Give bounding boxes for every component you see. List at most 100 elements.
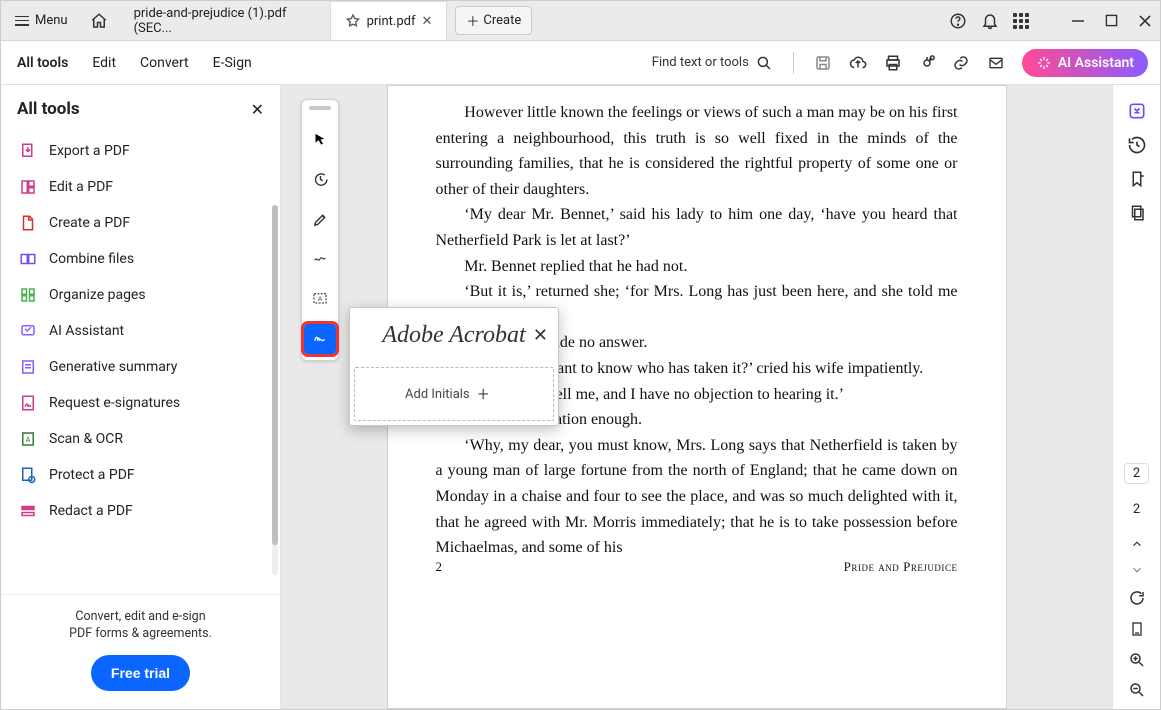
- tool-label: Organize pages: [49, 287, 146, 303]
- svg-text:A: A: [26, 435, 31, 444]
- grip-icon[interactable]: [309, 106, 331, 110]
- divider: [793, 52, 794, 74]
- doc-paragraph: However little known the feelings or vie…: [436, 100, 958, 202]
- scrollbar-thumb[interactable]: [272, 205, 278, 545]
- maximize-button[interactable]: [1105, 14, 1118, 28]
- doc-paragraph: ‘My dear Mr. Bennet,’ said his lady to h…: [436, 202, 958, 253]
- tool-list: Export a PDF Edit a PDF Create a PDF Combin…: [1, 127, 280, 594]
- page-indicator-current[interactable]: 2: [1124, 463, 1149, 484]
- minimize-button[interactable]: [1071, 14, 1085, 28]
- bell-icon[interactable]: [981, 12, 999, 30]
- comment-tool[interactable]: [304, 164, 336, 194]
- tool-item-organize[interactable]: Organize pages: [11, 277, 276, 313]
- sign-tool[interactable]: [304, 324, 336, 354]
- tool-label: Request e-signatures: [49, 395, 180, 411]
- menu-button[interactable]: Menu: [5, 7, 78, 34]
- right-rail: 2 2: [1112, 85, 1160, 709]
- tool-label: Protect a PDF: [49, 467, 135, 483]
- menu-label: Menu: [35, 13, 68, 28]
- toolbar-convert[interactable]: Convert: [140, 55, 189, 71]
- bookmark-icon[interactable]: [1128, 169, 1146, 189]
- tab-inactive[interactable]: pride-and-prejudice (1).pdf (SEC...: [120, 1, 330, 40]
- add-initials-button[interactable]: Add Initials +: [354, 367, 554, 421]
- tool-label: Export a PDF: [49, 143, 130, 159]
- book-title: Pride and Prejudice: [844, 557, 958, 578]
- tool-label: Redact a PDF: [49, 503, 133, 519]
- tool-item-redact[interactable]: Redact a PDF: [11, 493, 276, 529]
- tab-active[interactable]: print.pdf ✕: [330, 1, 448, 40]
- create-button[interactable]: ＋ Create: [455, 6, 532, 35]
- reqsign-icon: [19, 394, 37, 412]
- zoom-out-icon[interactable]: [1128, 681, 1146, 699]
- highlight-tool[interactable]: [304, 204, 336, 234]
- tool-label: Combine files: [49, 251, 134, 267]
- tool-item-edit[interactable]: Edit a PDF: [11, 169, 276, 205]
- toolbar-esign[interactable]: E-Sign: [213, 55, 252, 71]
- create-icon: [19, 214, 37, 232]
- select-tool[interactable]: [304, 124, 336, 154]
- find-input[interactable]: Find text or tools: [652, 54, 773, 72]
- page-number: 2: [436, 557, 443, 578]
- page-down-icon[interactable]: [1130, 563, 1144, 577]
- ai-panel-icon[interactable]: [1127, 101, 1147, 121]
- tool-item-combine[interactable]: Combine files: [11, 241, 276, 277]
- free-trial-button[interactable]: Free trial: [91, 655, 190, 691]
- toolbar-all-tools[interactable]: All tools: [17, 55, 68, 71]
- doc-paragraph: Mr. Bennet replied that he had not.: [436, 254, 958, 280]
- share-icon[interactable]: [918, 54, 936, 72]
- toolbar-edit[interactable]: Edit: [92, 55, 116, 71]
- combine-icon: [19, 250, 37, 268]
- link-icon[interactable]: [952, 54, 970, 72]
- signature-option[interactable]: Adobe Acrobat ✕: [350, 308, 558, 363]
- tool-item-summary[interactable]: Generative summary: [11, 349, 276, 385]
- tool-item-ai[interactable]: AI Assistant: [11, 313, 276, 349]
- tab-close-icon[interactable]: ✕: [421, 14, 432, 29]
- scrollbar[interactable]: [272, 205, 278, 575]
- ai-assistant-button[interactable]: AI Assistant: [1022, 49, 1148, 77]
- mail-icon[interactable]: [986, 55, 1006, 71]
- history-icon[interactable]: [1127, 135, 1147, 155]
- zoom-in-icon[interactable]: [1128, 651, 1146, 669]
- svg-text:A: A: [318, 296, 323, 303]
- ai-label: AI Assistant: [1058, 55, 1134, 71]
- draw-tool[interactable]: [304, 244, 336, 274]
- tool-item-create[interactable]: Create a PDF: [11, 205, 276, 241]
- ai-icon: [19, 322, 37, 340]
- plus-icon: +: [478, 382, 489, 406]
- window-controls: [1071, 14, 1152, 28]
- page-fit-icon[interactable]: [1129, 619, 1145, 639]
- tool-item-export[interactable]: Export a PDF: [11, 133, 276, 169]
- toolbar: All tools Edit Convert E-Sign Find text …: [1, 41, 1160, 85]
- apps-icon[interactable]: [1013, 13, 1029, 29]
- tool-label: Edit a PDF: [49, 179, 113, 195]
- tab-strip: pride-and-prejudice (1).pdf (SEC... prin…: [120, 1, 448, 40]
- tab-label: pride-and-prejudice (1).pdf (SEC...: [134, 6, 316, 36]
- signature-popup: Adobe Acrobat ✕ Add Initials +: [349, 307, 559, 426]
- edit-icon: [19, 178, 37, 196]
- tool-item-reqsign[interactable]: Request e-signatures: [11, 385, 276, 421]
- page-up-icon[interactable]: [1130, 537, 1144, 551]
- pages-icon[interactable]: [1128, 203, 1146, 223]
- hamburger-icon: [15, 16, 29, 26]
- rotate-icon[interactable]: [1128, 589, 1146, 607]
- tool-item-scan[interactable]: A Scan & OCR: [11, 421, 276, 457]
- help-icon[interactable]: [949, 12, 967, 30]
- main-area: All tools ✕ Export a PDF Edit a PDF Create…: [1, 85, 1160, 709]
- floating-toolbar[interactable]: A: [301, 99, 339, 361]
- tool-item-protect[interactable]: Protect a PDF: [11, 457, 276, 493]
- titlebar: Menu pride-and-prejudice (1).pdf (SEC...…: [1, 1, 1160, 41]
- remove-signature-icon[interactable]: ✕: [533, 325, 548, 346]
- plus-icon: ＋: [466, 11, 479, 30]
- tool-label: Scan & OCR: [49, 431, 123, 447]
- cloud-upload-icon[interactable]: [848, 54, 868, 72]
- all-tools-title: All tools: [17, 99, 80, 119]
- sparkle-icon: [1036, 55, 1052, 71]
- home-button[interactable]: [84, 6, 114, 36]
- close-panel-icon[interactable]: ✕: [251, 100, 264, 119]
- document-viewport[interactable]: A Adobe Acrobat ✕ Add Initials + However…: [281, 85, 1112, 709]
- add-initials-label: Add Initials: [405, 387, 470, 402]
- print-icon[interactable]: [884, 54, 902, 72]
- close-window-button[interactable]: [1138, 14, 1152, 28]
- textbox-tool[interactable]: A: [304, 284, 336, 314]
- save-icon[interactable]: [814, 54, 832, 72]
